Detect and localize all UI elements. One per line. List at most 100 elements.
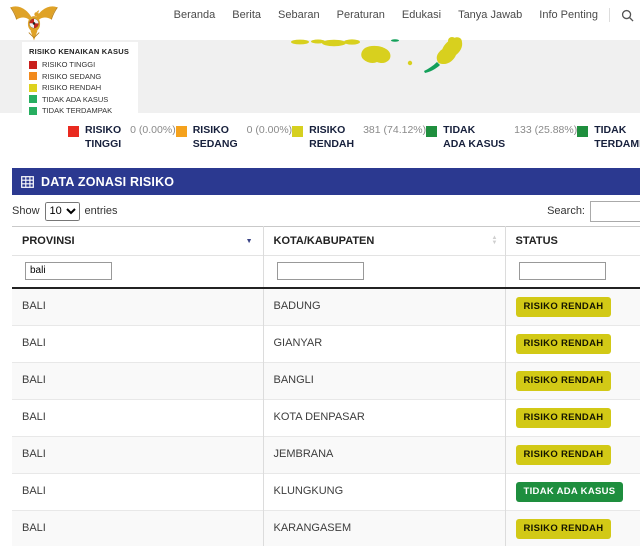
stat-label: RISIKORENDAH bbox=[309, 124, 354, 165]
legend-item: TIDAK TERDAMPAK bbox=[29, 106, 129, 115]
status-badge: TIDAK ADA KASUS bbox=[516, 482, 624, 502]
stat-item: TIDAKTERDAMPAK 0 (0.00%) bbox=[577, 124, 640, 165]
filter-provinsi-input[interactable] bbox=[25, 262, 112, 280]
garuda-logo bbox=[8, 2, 60, 44]
legend-item: TIDAK ADA KASUS bbox=[29, 95, 129, 104]
cell-provinsi: BALI bbox=[12, 473, 263, 510]
nav-links: Beranda Berita Sebaran Peraturan Edukasi… bbox=[174, 9, 598, 21]
panel-title: DATA ZONASI RISIKO bbox=[41, 175, 174, 189]
legend-item-label: TIDAK ADA KASUS bbox=[42, 95, 108, 104]
cell-status: RISIKO RENDAH bbox=[505, 399, 640, 436]
nav-item[interactable]: Peraturan bbox=[337, 9, 385, 21]
data-zonasi-header: DATA ZONASI RISIKO bbox=[12, 168, 640, 195]
stat-label: TIDAKTERDAMPAK bbox=[594, 124, 640, 165]
cell-kota: KOTA DENPASAR bbox=[263, 399, 505, 436]
stat-color-swatch bbox=[176, 126, 187, 137]
stat-value: 133 (25.88%) bbox=[514, 124, 577, 165]
legend-item-label: RISIKO TINGGI bbox=[42, 60, 95, 69]
cell-kota: KLUNGKUNG bbox=[263, 473, 505, 510]
stat-label: RISIKOTINGGI bbox=[85, 124, 121, 165]
status-badge: RISIKO RENDAH bbox=[516, 297, 612, 317]
stat-color-swatch bbox=[577, 126, 588, 137]
status-badge: RISIKO RENDAH bbox=[516, 334, 612, 354]
table-row: BALI KARANGASEM RISIKO RENDAH bbox=[12, 510, 640, 546]
header-row: PROVINSI ▼ KOTA/KABUPATEN ▲▼ STATUS bbox=[12, 227, 640, 256]
show-label: Show bbox=[12, 205, 40, 217]
stat-item: RISIKORENDAH 381 (74.12%) bbox=[292, 124, 426, 165]
cell-status: TIDAK ADA KASUS bbox=[505, 473, 640, 510]
nav-item[interactable]: Beranda bbox=[174, 9, 216, 21]
sort-desc-icon[interactable]: ▼ bbox=[246, 238, 253, 245]
table-row: BALI KLUNGKUNG TIDAK ADA KASUS bbox=[12, 473, 640, 510]
table-row: BALI GIANYAR RISIKO RENDAH bbox=[12, 325, 640, 362]
cell-kota: BADUNG bbox=[263, 288, 505, 326]
column-header-status[interactable]: STATUS bbox=[505, 227, 640, 256]
cell-kota: BANGLI bbox=[263, 362, 505, 399]
cell-provinsi: BALI bbox=[12, 288, 263, 326]
page: Beranda Berita Sebaran Peraturan Edukasi… bbox=[0, 0, 640, 546]
table-icon bbox=[21, 176, 34, 188]
legend-item-label: RISIKO RENDAH bbox=[42, 83, 101, 92]
legend-color-swatch bbox=[29, 61, 37, 69]
nav-item[interactable]: Berita bbox=[232, 9, 261, 21]
cell-status: RISIKO RENDAH bbox=[505, 325, 640, 362]
legend-item-label: TIDAK TERDAMPAK bbox=[42, 106, 112, 115]
legend-item: RISIKO SEDANG bbox=[29, 72, 129, 81]
table-row: BALI JEMBRANA RISIKO RENDAH bbox=[12, 436, 640, 473]
nav-item[interactable]: Info Penting bbox=[539, 9, 598, 21]
cell-status: RISIKO RENDAH bbox=[505, 288, 640, 326]
table-search-input[interactable] bbox=[590, 201, 640, 222]
status-badge: RISIKO RENDAH bbox=[516, 408, 612, 428]
filter-status-input[interactable] bbox=[519, 262, 606, 280]
risk-map[interactable]: RISIKO KENAIKAN KASUS RISIKO TINGGI RISI… bbox=[0, 30, 640, 113]
legend-color-swatch bbox=[29, 84, 37, 92]
cell-status: RISIKO RENDAH bbox=[505, 362, 640, 399]
nav-item[interactable]: Sebaran bbox=[278, 9, 320, 21]
filter-cell-provinsi bbox=[12, 256, 263, 288]
legend-color-swatch bbox=[29, 107, 37, 115]
legend-color-swatch bbox=[29, 95, 37, 103]
table-body: BALI BADUNG RISIKO RENDAH BALI GIANYAR R… bbox=[12, 288, 640, 546]
stat-value: 381 (74.12%) bbox=[363, 124, 426, 165]
map-legend: RISIKO KENAIKAN KASUS RISIKO TINGGI RISI… bbox=[22, 42, 138, 122]
top-nav: Beranda Berita Sebaran Peraturan Edukasi… bbox=[0, 0, 640, 30]
filter-cell-status bbox=[505, 256, 640, 288]
filter-kota-input[interactable] bbox=[277, 262, 364, 280]
stat-item: TIDAKADA KASUS 133 (25.88%) bbox=[426, 124, 577, 165]
cell-provinsi: BALI bbox=[12, 325, 263, 362]
entries-label: entries bbox=[85, 205, 118, 217]
status-badge: RISIKO RENDAH bbox=[516, 445, 612, 465]
table-row: BALI KOTA DENPASAR RISIKO RENDAH bbox=[12, 399, 640, 436]
legend-item: RISIKO TINGGI bbox=[29, 60, 129, 69]
nav-divider bbox=[609, 8, 610, 22]
nav-item[interactable]: Tanya Jawab bbox=[458, 9, 522, 21]
column-header-provinsi[interactable]: PROVINSI ▼ bbox=[12, 227, 263, 256]
table-controls: Show 10 entries Search: bbox=[12, 200, 640, 222]
status-badge: RISIKO RENDAH bbox=[516, 519, 612, 539]
table-row: BALI BANGLI RISIKO RENDAH bbox=[12, 362, 640, 399]
legend-item: RISIKO RENDAH bbox=[29, 83, 129, 92]
stat-label: TIDAKADA KASUS bbox=[443, 124, 505, 165]
cell-kota: JEMBRANA bbox=[263, 436, 505, 473]
stat-value: 0 (0.00%) bbox=[247, 124, 293, 165]
zonasi-table: PROVINSI ▼ KOTA/KABUPATEN ▲▼ STATUS bbox=[12, 226, 640, 546]
table-row: BALI BADUNG RISIKO RENDAH bbox=[12, 288, 640, 326]
cell-status: RISIKO RENDAH bbox=[505, 436, 640, 473]
cell-provinsi: BALI bbox=[12, 362, 263, 399]
stat-value: 0 (0.00%) bbox=[130, 124, 176, 165]
status-badge: RISIKO RENDAH bbox=[516, 371, 612, 391]
cell-status: RISIKO RENDAH bbox=[505, 510, 640, 546]
stat-color-swatch bbox=[68, 126, 79, 137]
stat-label: RISIKOSEDANG bbox=[193, 124, 238, 165]
stat-color-swatch bbox=[426, 126, 437, 137]
filter-cell-kota bbox=[263, 256, 505, 288]
entries-select[interactable]: 10 bbox=[45, 202, 80, 221]
sort-both-icon[interactable]: ▲▼ bbox=[492, 236, 498, 245]
nav-item[interactable]: Edukasi bbox=[402, 9, 441, 21]
legend-item-label: RISIKO SEDANG bbox=[42, 72, 101, 81]
cell-provinsi: BALI bbox=[12, 399, 263, 436]
legend-color-swatch bbox=[29, 72, 37, 80]
search-icon[interactable] bbox=[621, 9, 634, 22]
stat-item: RISIKOSEDANG 0 (0.00%) bbox=[176, 124, 292, 165]
column-header-kota[interactable]: KOTA/KABUPATEN ▲▼ bbox=[263, 227, 505, 256]
